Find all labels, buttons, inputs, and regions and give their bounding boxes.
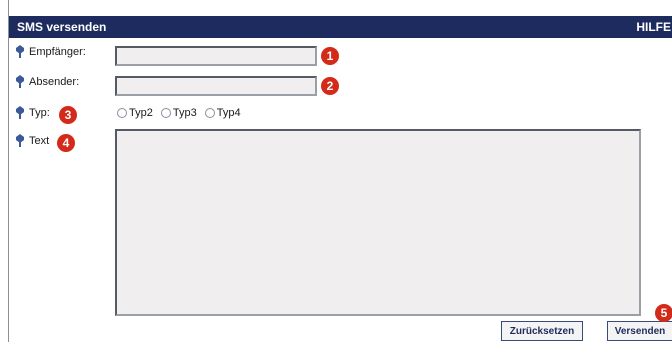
- callout-badge-3: 3: [59, 106, 77, 124]
- radio-circle[interactable]: [117, 108, 127, 118]
- info-pin-icon[interactable]: [15, 75, 25, 88]
- callout-badge-4: 4: [57, 134, 75, 152]
- help-link[interactable]: HILFE: [636, 20, 671, 34]
- recipient-label: Empfänger:: [29, 45, 86, 58]
- sms-form-window: SMS versenden HILFE Empfänger: 1 Absende…: [8, 0, 672, 342]
- info-pin-icon[interactable]: [15, 106, 25, 119]
- radio-label: Typ2: [129, 107, 153, 119]
- type-label-row: Typ:: [15, 106, 50, 119]
- callout-badge-2: 2: [321, 77, 339, 95]
- callout-badge-5: 5: [655, 304, 672, 322]
- info-pin-icon[interactable]: [15, 134, 25, 147]
- callout-badge-1: 1: [321, 47, 339, 65]
- type-label: Typ:: [29, 106, 50, 119]
- type-radio-group: Typ2 Typ3 Typ4: [117, 107, 241, 119]
- send-button[interactable]: Versenden: [607, 321, 672, 341]
- radio-typ3[interactable]: Typ3: [160, 107, 197, 119]
- radio-typ4[interactable]: Typ4: [204, 107, 241, 119]
- sender-label-row: Absender:: [15, 75, 79, 88]
- text-label: Text: [29, 134, 50, 147]
- sender-label: Absender:: [29, 75, 80, 88]
- info-pin-icon[interactable]: [15, 45, 25, 58]
- sender-input[interactable]: [115, 76, 317, 96]
- radio-circle[interactable]: [160, 108, 171, 118]
- radio-label: Typ3: [172, 107, 197, 119]
- title-bar: SMS versenden HILFE: [9, 16, 672, 38]
- window-title: SMS versenden: [17, 20, 107, 34]
- radio-typ2[interactable]: Typ2: [117, 107, 153, 119]
- reset-button[interactable]: Zurücksetzen: [501, 321, 583, 341]
- message-textarea[interactable]: [115, 129, 641, 316]
- recipient-label-row: Empfänger:: [15, 45, 86, 58]
- radio-label: Typ4: [216, 107, 241, 119]
- recipient-input[interactable]: [115, 46, 317, 66]
- radio-circle[interactable]: [204, 108, 215, 118]
- text-label-row: Text: [15, 134, 49, 147]
